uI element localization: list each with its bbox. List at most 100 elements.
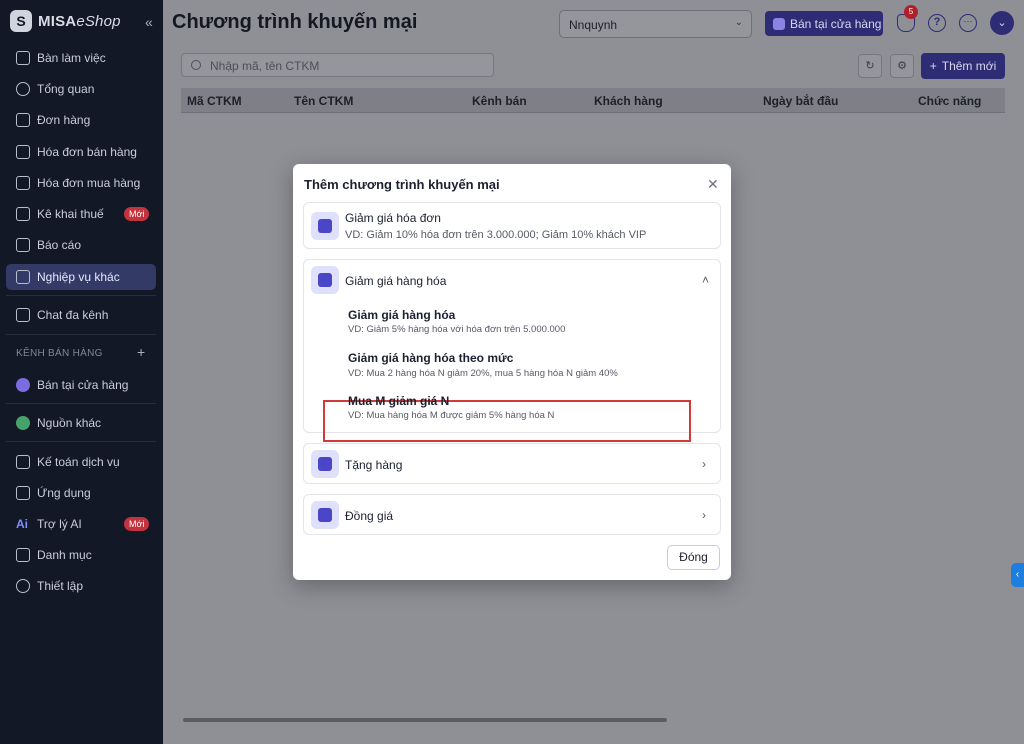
dialog-title: Thêm chương trình khuyến mại bbox=[304, 177, 500, 192]
sidebar-item-apps[interactable]: Ứng dụng bbox=[6, 480, 156, 506]
brand-name-italic: eShop bbox=[76, 12, 121, 30]
search-placeholder: Nhập mã, tên CTKM bbox=[210, 59, 320, 73]
search-input[interactable]: Nhập mã, tên CTKM bbox=[181, 53, 494, 77]
column-header: Tên CTKM bbox=[294, 94, 354, 108]
option-desc: VD: Giảm 10% hóa đơn trên 3.000.000; Giả… bbox=[345, 229, 647, 241]
refresh-button[interactable]: ↻ bbox=[858, 54, 882, 78]
sidebar-item-label: Bán tại cửa hàng bbox=[37, 378, 129, 392]
help-icon[interactable]: ? bbox=[928, 14, 946, 32]
same-price-option[interactable]: Đồng giá › bbox=[303, 494, 721, 535]
close-button[interactable]: Đóng bbox=[667, 545, 720, 570]
brand-name-bold: MISA bbox=[38, 12, 77, 30]
option-desc: VD: Mua hàng hóa M được giảm 5% hàng hóa… bbox=[348, 410, 555, 421]
sidebar-item-label: Nguồn khác bbox=[37, 416, 102, 430]
sidebar-item-reports[interactable]: Báo cáo bbox=[6, 232, 156, 258]
chart-icon bbox=[16, 238, 30, 252]
collapse-sidebar-icon[interactable]: « bbox=[145, 14, 153, 30]
sidebar-item-label: Đơn hàng bbox=[37, 113, 91, 127]
sidebar-item-other-operations[interactable]: Nghiệp vụ khác bbox=[6, 264, 156, 290]
add-channel-icon[interactable]: + bbox=[137, 344, 145, 360]
store-icon bbox=[773, 17, 785, 30]
sidebar-item-label: Ứng dụng bbox=[37, 486, 91, 500]
goods-discount-basic-option[interactable]: Giảm giá hàng hóa bbox=[348, 308, 455, 322]
option-title: Tặng hàng bbox=[345, 458, 403, 472]
sidebar-item-accounting[interactable]: Kế toán dịch vụ bbox=[6, 449, 156, 475]
sidebar-item-ai-assistant[interactable]: Ai Trợ lý AI Mới bbox=[6, 511, 156, 537]
divider bbox=[6, 295, 156, 296]
source-icon bbox=[16, 416, 30, 430]
option-title: Đồng giá bbox=[345, 509, 394, 523]
user-select[interactable]: Nnquynh ⌄ bbox=[559, 10, 752, 38]
desk-icon bbox=[16, 51, 30, 65]
buy-m-discount-n-option[interactable]: Mua M giảm giá N bbox=[348, 394, 449, 408]
sidebar-item-settings[interactable]: Thiết lập bbox=[6, 573, 156, 599]
column-header: Ngày bắt đầu bbox=[763, 94, 839, 108]
misa-logo-icon: S bbox=[10, 10, 32, 32]
sidebar-item-label: Hóa đơn bán hàng bbox=[37, 145, 137, 159]
gift-option[interactable]: Tặng hàng › bbox=[303, 443, 721, 484]
sidebar-item-store[interactable]: Bán tại cửa hàng bbox=[6, 372, 156, 398]
avatar[interactable]: ⌄ bbox=[990, 11, 1014, 35]
sidebar-item-overview[interactable]: Tổng quan bbox=[6, 76, 156, 102]
sidebar-item-purchase-invoice[interactable]: Hóa đơn mua hàng bbox=[6, 170, 156, 196]
column-settings-button[interactable]: ⚙ bbox=[890, 54, 914, 78]
close-icon[interactable]: ✕ bbox=[707, 176, 719, 193]
option-title: Giảm giá hóa đơn bbox=[345, 211, 441, 225]
sidebar-item-label: Trợ lý AI bbox=[37, 517, 82, 531]
sidebar: S MISAeShop « Bàn làm việc Tổng quan Đơn… bbox=[0, 0, 163, 744]
add-new-button[interactable]: + Thêm mới bbox=[921, 53, 1005, 79]
sidebar-item-label: Danh mục bbox=[37, 548, 92, 562]
divider bbox=[6, 403, 156, 404]
column-header: Kênh bán bbox=[472, 94, 527, 108]
new-badge: Mới bbox=[124, 207, 150, 221]
chat-icon bbox=[16, 308, 30, 322]
sidebar-item-label: Kê khai thuế bbox=[37, 207, 104, 221]
invoice-discount-option[interactable]: Giảm giá hóa đơn VD: Giảm 10% hóa đơn tr… bbox=[303, 202, 721, 249]
new-badge: Mới bbox=[124, 517, 150, 531]
brand-logo[interactable]: S MISAeShop bbox=[10, 10, 121, 32]
sidebar-item-label: Hóa đơn mua hàng bbox=[37, 176, 141, 190]
sidebar-item-orders[interactable]: Đơn hàng bbox=[6, 107, 156, 133]
option-desc: VD: Giảm 5% hàng hóa với hóa đơn trên 5.… bbox=[348, 324, 566, 335]
chevron-down-icon: ⌄ bbox=[734, 17, 743, 28]
gift-icon bbox=[311, 450, 339, 478]
sidebar-item-label: Thiết lập bbox=[37, 579, 84, 593]
ai-icon: Ai bbox=[16, 517, 28, 531]
add-promotion-dialog: Thêm chương trình khuyến mại ✕ Giảm giá … bbox=[293, 164, 731, 580]
accounting-icon bbox=[16, 455, 30, 469]
compass-icon bbox=[16, 82, 30, 96]
notification-badge: 5 bbox=[904, 5, 918, 19]
chevron-right-icon: › bbox=[702, 508, 706, 522]
sidebar-item-label: Bàn làm việc bbox=[37, 51, 106, 65]
order-icon bbox=[16, 113, 30, 127]
more-icon[interactable]: ··· bbox=[959, 14, 977, 32]
goods-discount-group: Giảm giá hàng hóa ˄ Giảm giá hàng hóa VD… bbox=[303, 259, 721, 442]
column-header: Khách hàng bbox=[594, 94, 663, 108]
chevron-up-icon[interactable]: ˄ bbox=[702, 273, 709, 287]
add-new-label: Thêm mới bbox=[941, 59, 997, 73]
sidebar-item-sales-invoice[interactable]: Hóa đơn bán hàng bbox=[6, 139, 156, 165]
sidebar-item-desk[interactable]: Bàn làm việc bbox=[6, 45, 156, 71]
invoice-icon bbox=[16, 145, 30, 159]
table-header: Mã CTKM Tên CTKM Kênh bán Khách hàng Ngà… bbox=[181, 88, 1005, 113]
sidebar-item-label: Kế toán dịch vụ bbox=[37, 455, 120, 469]
channels-section-label: KÊNH BÁN HÀNG bbox=[16, 348, 103, 359]
chevron-right-icon: › bbox=[702, 457, 706, 471]
tag-icon bbox=[311, 266, 339, 294]
sidebar-item-tax[interactable]: Kê khai thuế Mới bbox=[6, 201, 156, 227]
sidebar-item-catalog[interactable]: Danh mục bbox=[6, 542, 156, 568]
sidebar-item-other-source[interactable]: Nguồn khác bbox=[6, 410, 156, 436]
search-icon bbox=[191, 60, 201, 70]
store-icon bbox=[16, 378, 30, 392]
group-title[interactable]: Giảm giá hàng hóa bbox=[345, 274, 446, 288]
store-sale-button[interactable]: Bán tại cửa hàng bbox=[765, 11, 883, 36]
plus-icon: + bbox=[929, 59, 937, 73]
store-sale-label: Bán tại cửa hàng bbox=[790, 16, 882, 31]
expand-panel-icon[interactable]: ‹ bbox=[1011, 563, 1024, 587]
sidebar-item-label: Nghiệp vụ khác bbox=[37, 270, 120, 284]
money-icon bbox=[311, 501, 339, 529]
horizontal-scrollbar[interactable] bbox=[183, 718, 667, 722]
sidebar-item-chat[interactable]: Chat đa kênh bbox=[6, 302, 156, 328]
goods-discount-tiered-option[interactable]: Giảm giá hàng hóa theo mức bbox=[348, 351, 513, 365]
tax-icon bbox=[16, 207, 30, 221]
